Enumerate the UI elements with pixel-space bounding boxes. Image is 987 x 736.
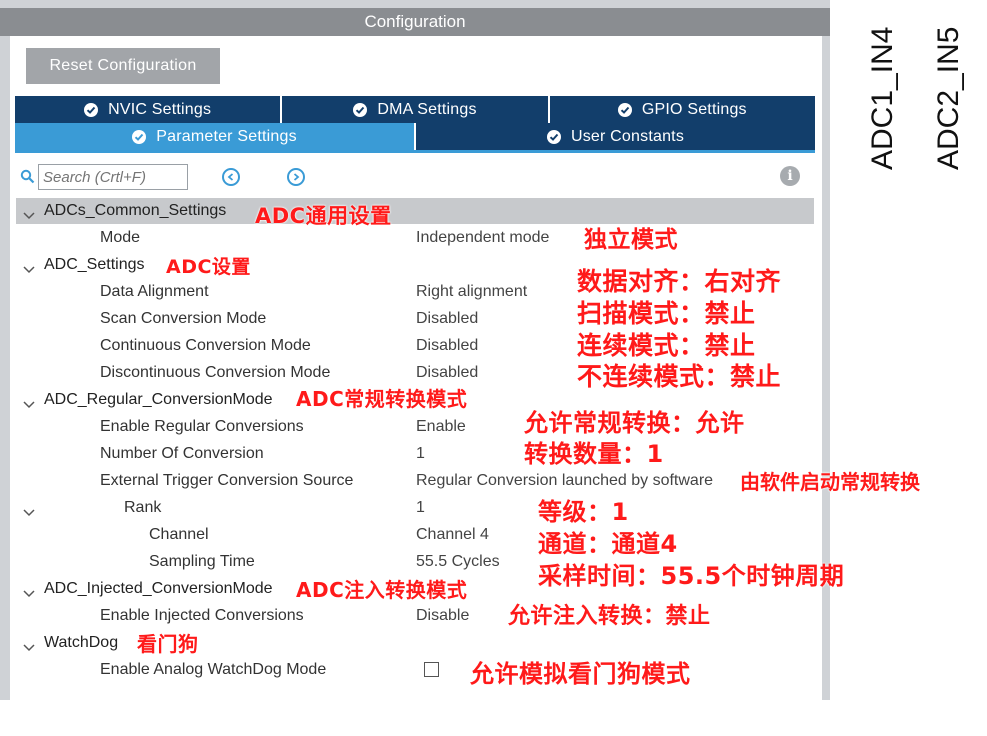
reset-configuration-button[interactable]: Reset Configuration — [26, 48, 220, 84]
search-icon — [20, 169, 35, 189]
param-label: Mode — [100, 229, 141, 246]
section-label: ADCs_Common_Settings — [44, 202, 227, 219]
annotation-ext-trigger: 由软件启动常规转换 — [740, 470, 920, 494]
param-label: Discontinuous Conversion Mode — [100, 364, 331, 381]
check-circle-icon — [546, 129, 561, 144]
param-label: External Trigger Conversion Source — [100, 472, 354, 489]
section-watchdog[interactable]: WatchDog — [10, 630, 822, 656]
param-value[interactable]: Disabled — [416, 364, 478, 382]
annotation-scan: 扫描模式：禁止 — [577, 299, 756, 328]
param-label: Scan Conversion Mode — [100, 310, 267, 327]
param-row-external-trigger-conversion-source[interactable]: External Trigger Conversion Source Regul… — [10, 468, 822, 494]
annotation-discontinuous: 不连续模式：禁止 — [577, 362, 782, 391]
info-icon[interactable]: i — [780, 166, 800, 186]
side-label-adc2: ADC2_IN5 — [932, 26, 965, 170]
param-label: Continuous Conversion Mode — [100, 337, 311, 354]
section-label: ADC_Settings — [44, 256, 145, 273]
param-value[interactable]: Independent mode — [416, 229, 549, 247]
param-row-mode[interactable]: Mode Independent mode — [10, 225, 822, 251]
annotation-watchdog: 看门狗 — [137, 632, 199, 656]
annotation-injected: ADC注入转换模式 — [296, 578, 468, 602]
next-match-icon[interactable] — [287, 168, 305, 186]
param-label: Data Alignment — [100, 283, 209, 300]
check-circle-icon — [353, 102, 368, 117]
param-value[interactable]: Disabled — [416, 310, 478, 328]
search-input[interactable] — [38, 164, 188, 190]
annotation-common: ADC通用设置 — [255, 204, 392, 228]
param-label: Rank — [124, 499, 162, 516]
tab-parameter-settings[interactable]: Parameter Settings — [15, 123, 416, 150]
annotation-channel: 通道：通道4 — [538, 530, 678, 558]
chevron-down-icon[interactable] — [23, 504, 35, 522]
chevron-down-icon[interactable] — [23, 207, 35, 225]
param-label: Enable Regular Conversions — [100, 418, 304, 435]
annotation-regular: ADC常规转换模式 — [296, 387, 468, 411]
annotation-adc-settings: ADC设置 — [166, 256, 251, 278]
chevron-down-icon[interactable] — [23, 396, 35, 414]
tab-label: GPIO Settings — [641, 100, 747, 118]
param-row-rank[interactable]: Rank 1 — [10, 495, 822, 521]
annotation-rank: 等级：1 — [538, 498, 629, 526]
check-circle-icon — [617, 102, 632, 117]
param-row-channel[interactable]: Channel Channel 4 — [10, 522, 822, 548]
settings-tabs: NVIC Settings DMA Settings GPIO Settings… — [15, 96, 815, 153]
check-circle-icon — [132, 129, 147, 144]
annotation-sampling: 采样时间：55.5个时钟周期 — [538, 562, 845, 590]
param-row-number-of-conversion[interactable]: Number Of Conversion 1 — [10, 441, 822, 467]
annotation-analog-watchdog: 允许模拟看门狗模式 — [470, 660, 691, 688]
param-value[interactable]: Enable — [416, 418, 466, 436]
tab-nvic-settings[interactable]: NVIC Settings — [15, 96, 283, 123]
analog-watchdog-checkbox[interactable] — [424, 662, 439, 677]
annotation-num-conversion: 转换数量：1 — [524, 440, 664, 468]
tab-label: User Constants — [570, 127, 685, 145]
param-value[interactable]: Regular Conversion launched by software — [416, 472, 713, 490]
chevron-down-icon[interactable] — [23, 585, 35, 603]
param-value[interactable]: Disabled — [416, 337, 478, 355]
param-value[interactable]: 55.5 Cycles — [416, 553, 500, 571]
param-label: Channel — [149, 526, 209, 543]
param-value[interactable]: 1 — [416, 499, 425, 517]
annotation-enable-injected: 允许注入转换：禁止 — [508, 604, 711, 629]
check-circle-icon — [84, 102, 99, 117]
tab-dma-settings[interactable]: DMA Settings — [282, 96, 550, 123]
tab-label: NVIC Settings — [108, 100, 212, 118]
window-title: Configuration — [0, 8, 830, 36]
search-bar: i — [20, 164, 810, 192]
param-value[interactable]: Disable — [416, 607, 469, 625]
tab-gpio-settings[interactable]: GPIO Settings — [549, 96, 815, 123]
param-label: Enable Injected Conversions — [100, 607, 304, 624]
param-label: Number Of Conversion — [100, 445, 264, 462]
chevron-down-icon[interactable] — [23, 639, 35, 657]
tab-label: Parameter Settings — [156, 127, 297, 145]
previous-match-icon[interactable] — [222, 168, 240, 186]
param-value[interactable]: Channel 4 — [416, 526, 489, 544]
param-row-enable-analog-watchdog-mode[interactable]: Enable Analog WatchDog Mode — [10, 657, 822, 683]
annotation-enable-regular: 允许常规转换：允许 — [524, 409, 745, 437]
annotation-mode: 独立模式 — [584, 227, 678, 253]
tab-underline — [15, 150, 815, 153]
section-label: ADC_Injected_ConversionMode — [44, 580, 273, 597]
annotation-data-alignment: 数据对齐：右对齐 — [577, 267, 782, 296]
chevron-down-icon[interactable] — [23, 261, 35, 279]
section-label: WatchDog — [44, 634, 119, 651]
param-label: Enable Analog WatchDog Mode — [100, 661, 327, 678]
param-label: Sampling Time — [149, 553, 255, 570]
param-value[interactable]: 1 — [416, 445, 425, 463]
side-label-adc1: ADC1_IN4 — [866, 26, 899, 170]
tab-user-constants[interactable]: User Constants — [416, 123, 815, 150]
section-label: ADC_Regular_ConversionMode — [44, 391, 273, 408]
tab-label: DMA Settings — [377, 100, 477, 118]
param-value[interactable]: Right alignment — [416, 283, 527, 301]
section-adcs-common-settings[interactable]: ADCs_Common_Settings — [10, 198, 822, 224]
